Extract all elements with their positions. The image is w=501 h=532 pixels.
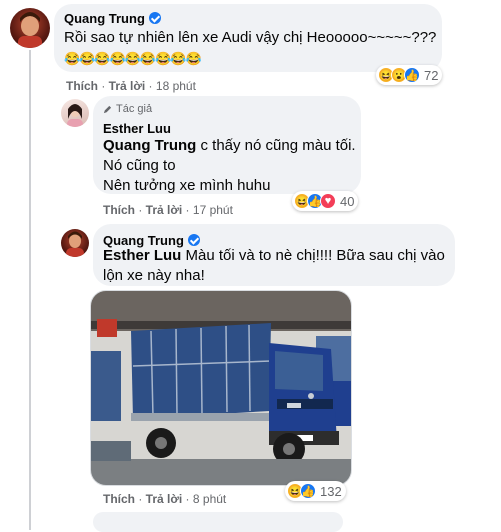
comment-text: Màu tối và to nè chị!!!! Bữa sau chị vào xyxy=(181,247,445,264)
love-icon: ♥ xyxy=(320,193,336,209)
mention-link[interactable]: Esther Luu xyxy=(103,247,181,264)
comment-text-line3: Nên tưởng xe mình huhu xyxy=(103,177,271,194)
thread-line xyxy=(29,50,31,530)
like-link[interactable]: Thích xyxy=(103,203,135,217)
avatar-quang-trung[interactable] xyxy=(61,229,89,257)
comment-author[interactable]: Quang Trung xyxy=(64,11,145,26)
comment-actions: Thích · Trả lời · 18 phút xyxy=(66,79,196,93)
comment-time[interactable]: 8 phút xyxy=(193,492,226,506)
comment-text-line1: Quang Trung c thấy nó cũng màu tối. xyxy=(103,136,356,156)
like-link[interactable]: Thích xyxy=(103,492,135,506)
comment-bubble: Quang Trung Esther Luu Màu tối và to nè … xyxy=(93,224,455,286)
like-icon: 👍 xyxy=(300,483,316,499)
comment-text-line2: Nó cũng to xyxy=(103,157,176,174)
pen-icon xyxy=(103,105,112,113)
reaction-summary[interactable]: 😆 😮 👍 72 xyxy=(376,65,443,85)
comment-text: c thấy nó cũng màu tối. xyxy=(196,137,356,154)
author-badge-label: Tác giả xyxy=(116,103,153,115)
comment-time[interactable]: 18 phút xyxy=(156,79,196,93)
comment-text-line2: lộn xe này nha! xyxy=(103,267,205,284)
avatar-quang-trung[interactable] xyxy=(10,8,50,48)
avatar-image xyxy=(18,12,42,48)
comment-actions: Thích · Trả lời · 8 phút xyxy=(103,492,227,506)
comment-actions: Thích · Trả lời · 17 phút xyxy=(103,203,233,217)
reaction-count: 72 xyxy=(424,67,439,83)
comment-emojis: 😂😂😂😂😂😂😂😂😂 xyxy=(64,51,202,66)
comment-text-line1: Esther Luu Màu tối và to nè chị!!!! Bữa … xyxy=(103,246,445,266)
truck-photo-image xyxy=(91,291,351,485)
reaction-count: 132 xyxy=(320,483,342,499)
reply-link[interactable]: Trả lời xyxy=(146,492,183,506)
like-icon: 👍 xyxy=(404,67,420,83)
reply-link[interactable]: Trả lời xyxy=(146,203,183,217)
avatar-image xyxy=(67,104,83,127)
reaction-summary[interactable]: 😆 👍 ♥ 40 xyxy=(292,191,359,211)
comment-time[interactable]: 17 phút xyxy=(193,203,233,217)
avatar-image xyxy=(66,231,84,257)
reply-link[interactable]: Trả lời xyxy=(109,79,146,93)
reaction-count: 40 xyxy=(340,193,355,209)
verified-badge-icon xyxy=(148,12,161,24)
comment-photo[interactable] xyxy=(90,290,352,486)
comment-bubble: Quang Trung Rồi sao tự nhiên lên xe Audi… xyxy=(54,4,442,72)
comment-author[interactable]: Esther Luu xyxy=(103,121,171,136)
thread-branch xyxy=(29,95,31,115)
reaction-summary[interactable]: 😆 👍 132 xyxy=(285,481,346,501)
avatar-esther-luu[interactable] xyxy=(61,99,89,127)
like-link[interactable]: Thích xyxy=(66,79,98,93)
comment-text: Rồi sao tự nhiên lên xe Audi vậy chị Heo… xyxy=(64,29,437,46)
author-badge: Tác giả xyxy=(103,103,152,115)
comment-bubble: Tác giả Esther Luu Quang Trung c thấy nó… xyxy=(93,96,361,194)
mention-link[interactable]: Quang Trung xyxy=(103,137,196,154)
verified-badge-icon xyxy=(187,234,200,246)
next-comment-bubble xyxy=(93,512,343,532)
